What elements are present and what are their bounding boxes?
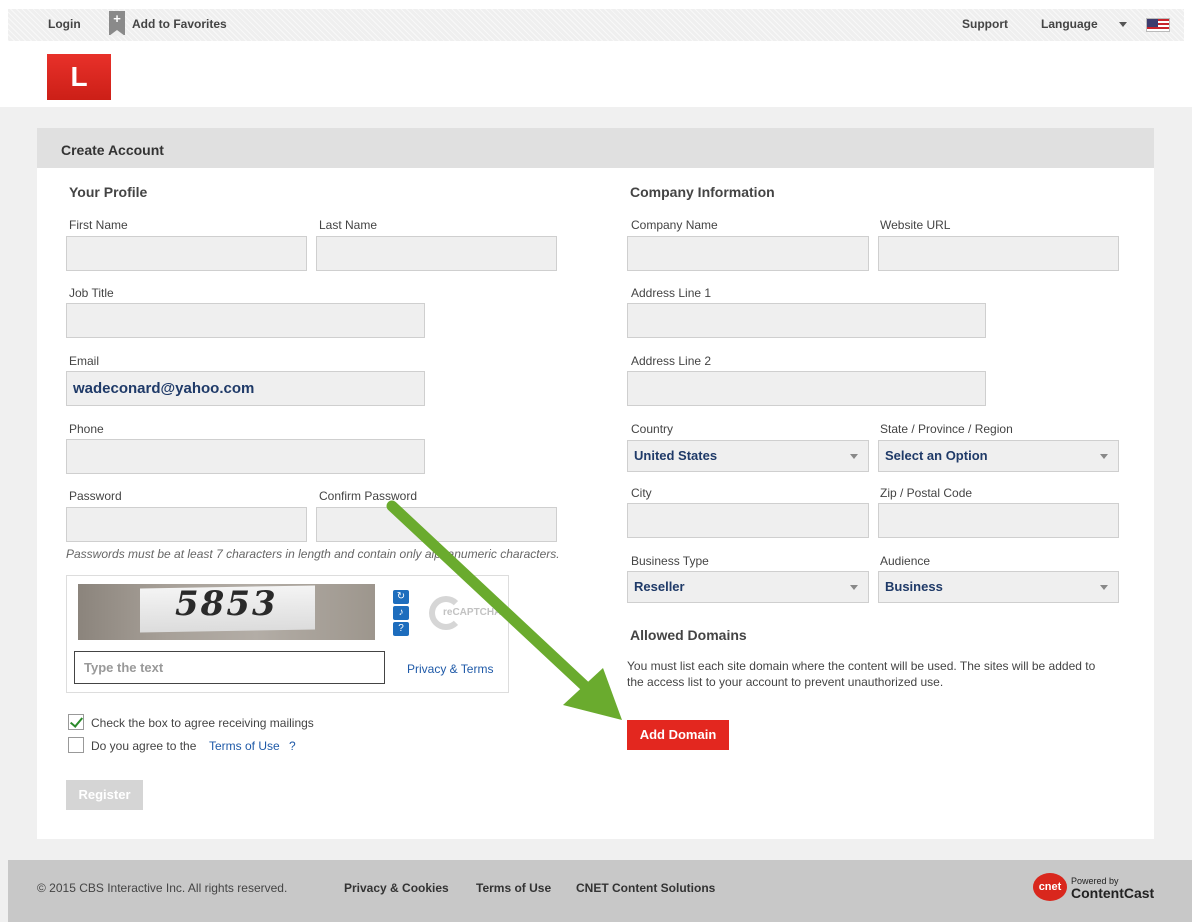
address-line-1-input[interactable]	[627, 303, 986, 338]
email-input[interactable]: wadeconard@yahoo.com	[66, 371, 425, 406]
footer-privacy-link[interactable]: Privacy & Cookies	[344, 881, 449, 895]
register-button[interactable]: Register	[66, 780, 143, 810]
state-label: State / Province / Region	[880, 422, 1013, 436]
add-favorites-link[interactable]: Add to Favorites	[132, 17, 227, 31]
country-label: Country	[631, 422, 674, 436]
mailings-checkbox[interactable]	[68, 714, 84, 730]
terms-question-mark: ?	[289, 739, 296, 753]
audio-icon[interactable]: ♪	[393, 606, 409, 620]
domains-description-line-2: the access list to your account to preve…	[627, 675, 944, 689]
terms-of-use-link[interactable]: Terms of Use	[209, 739, 280, 753]
privacy-terms-link[interactable]: Privacy & Terms	[407, 662, 493, 676]
company-name-input[interactable]	[627, 236, 869, 271]
chevron-down-icon	[1100, 585, 1108, 590]
city-input[interactable]	[627, 503, 869, 538]
zip-label: Zip / Postal Code	[880, 486, 973, 500]
cnet-logo-icon[interactable]: cnet	[1033, 873, 1067, 901]
chevron-down-icon	[850, 454, 858, 459]
last-name-label: Last Name	[319, 218, 378, 232]
contentcast-logo: ContentCast	[1071, 885, 1155, 901]
confirm-password-input[interactable]	[316, 507, 557, 542]
zip-input[interactable]	[878, 503, 1119, 538]
email-label: Email	[69, 354, 100, 368]
page-title: Create Account	[61, 142, 164, 158]
us-flag-icon[interactable]	[1146, 18, 1170, 32]
state-select[interactable]: Select an Option	[878, 440, 1119, 472]
footer-solutions-link[interactable]: CNET Content Solutions	[576, 881, 715, 895]
recaptcha-logo-text: reCAPTCHA	[443, 607, 502, 618]
last-name-input[interactable]	[316, 236, 557, 271]
company-name-label: Company Name	[631, 218, 718, 232]
captcha-code: 5853	[175, 584, 278, 624]
captcha-input[interactable]: Type the text	[74, 651, 385, 684]
country-select[interactable]: United States	[627, 440, 869, 472]
terms-checkbox[interactable]	[68, 737, 84, 753]
website-url-input[interactable]	[878, 236, 1119, 271]
country-select-value: United States	[634, 448, 718, 463]
address-line-2-label: Address Line 2	[631, 354, 712, 368]
job-title-input[interactable]	[66, 303, 425, 338]
audience-select-value: Business	[885, 579, 943, 594]
terms-prefix: Do you agree to the	[91, 739, 197, 753]
panel-header: Create Account	[37, 128, 1154, 168]
audience-label: Audience	[880, 554, 931, 568]
password-input[interactable]	[66, 507, 307, 542]
chevron-down-icon	[1100, 454, 1108, 459]
job-title-label: Job Title	[69, 286, 114, 300]
phone-input[interactable]	[66, 439, 425, 474]
business-type-label: Business Type	[631, 554, 709, 568]
phone-label: Phone	[69, 422, 104, 436]
chevron-down-icon[interactable]	[1119, 22, 1127, 27]
chevron-down-icon	[850, 585, 858, 590]
address-line-1-label: Address Line 1	[631, 286, 712, 300]
add-favorites-icon[interactable]: +	[109, 11, 125, 36]
add-domain-button[interactable]: Add Domain	[627, 720, 729, 750]
address-line-2-input[interactable]	[627, 371, 986, 406]
support-link[interactable]: Support	[962, 17, 1008, 31]
create-account-panel: Create Account	[37, 128, 1154, 839]
copyright-text: © 2015 CBS Interactive Inc. All rights r…	[37, 881, 288, 895]
password-label: Password	[69, 489, 122, 503]
state-select-value: Select an Option	[885, 448, 988, 463]
first-name-label: First Name	[69, 218, 128, 232]
login-link[interactable]: Login	[48, 17, 81, 31]
language-selector[interactable]: Language	[1041, 17, 1098, 31]
top-header: Login + Add to Favorites Support Languag…	[0, 0, 1192, 107]
city-label: City	[631, 486, 652, 500]
confirm-password-label: Confirm Password	[319, 489, 418, 503]
help-icon[interactable]: ?	[393, 622, 409, 636]
audience-select[interactable]: Business	[878, 571, 1119, 603]
mailings-label: Check the box to agree receiving mailing…	[91, 716, 314, 730]
footer-terms-link[interactable]: Terms of Use	[476, 881, 551, 895]
refresh-icon[interactable]: ↻	[393, 590, 409, 604]
company-section-title: Company Information	[630, 184, 775, 200]
domains-description-line-1: You must list each site domain where the…	[627, 659, 1096, 673]
first-name-input[interactable]	[66, 236, 307, 271]
allowed-domains-title: Allowed Domains	[630, 627, 747, 643]
profile-section-title: Your Profile	[69, 184, 148, 200]
password-hint: Passwords must be at least 7 characters …	[66, 547, 560, 561]
business-type-select[interactable]: Reseller	[627, 571, 869, 603]
business-type-select-value: Reseller	[634, 579, 685, 594]
brand-logo[interactable]: L	[47, 54, 111, 100]
website-url-label: Website URL	[880, 218, 951, 232]
